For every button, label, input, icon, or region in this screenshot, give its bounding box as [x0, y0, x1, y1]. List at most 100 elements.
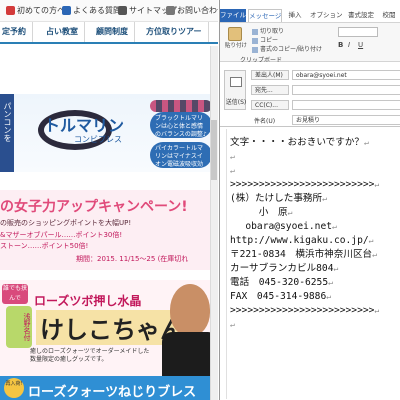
- to-field[interactable]: [292, 85, 400, 95]
- banner-subtitle: コンビブレス: [74, 135, 122, 144]
- brush-icon: [252, 46, 258, 53]
- font-name-dropdown[interactable]: [338, 27, 378, 37]
- body-line: 文字・・・・おおきいですか？↵: [230, 137, 369, 148]
- seal-badge: 浅野名付: [6, 306, 32, 348]
- desktop-screen: 初めての方へ よくある質問 サイトマップ お問い合わせ 定予約 占い教室 顧問制…: [0, 0, 400, 400]
- to-button[interactable]: 宛先...: [251, 85, 289, 95]
- body-line: >>>>>>>>>>>>>>>>>>>>>>>>>↵: [230, 179, 380, 190]
- description-line: 癒しのローズクォーツでオーダーメイドした: [30, 348, 150, 355]
- campaign-line: ストーン……ポイント50倍!: [0, 242, 89, 250]
- body-line: 電話 045-320-6255↵: [230, 277, 333, 288]
- campaign-title: の女子力アップキャンペーン!: [0, 199, 188, 215]
- paste-button-label[interactable]: 貼り付け: [222, 43, 250, 49]
- cc-button[interactable]: CC(C)...: [251, 100, 289, 110]
- from-field[interactable]: obara@syoei.net: [292, 70, 400, 80]
- campaign-line: の販売のショッピングポイントを大幅UP!: [0, 219, 132, 227]
- product-description: 癒しのローズクォーツでオーダーメイドした 数量限定の癒しグッズです。: [30, 348, 149, 364]
- banner-title: ローズクォーツねじりブレス: [28, 385, 197, 400]
- title-strip: [220, 0, 400, 9]
- nav-item-advisor[interactable]: 顧問制度: [96, 22, 135, 42]
- link-contact[interactable]: お問い合わせ: [166, 5, 218, 16]
- tab-options[interactable]: オプション: [310, 9, 343, 22]
- envelope-send-icon: [230, 77, 242, 87]
- body-line: カーサブランカビル804↵: [230, 263, 339, 274]
- italic-button[interactable]: I: [348, 41, 350, 49]
- scrollbar-thumb[interactable]: [211, 120, 217, 180]
- send-label: 送信(S): [225, 99, 247, 106]
- tab-insert[interactable]: 挿入: [286, 9, 304, 22]
- tourmaline-banner[interactable]: パンコンを トルマリン コンビブレス ブラックトルマリンは心と体と感情のバランス…: [0, 94, 218, 172]
- content-spacer: [0, 46, 218, 94]
- nav-item-fortune-class[interactable]: 占い教室: [46, 22, 85, 42]
- main-nav: 定予約 占い教室 顧問制度 方位取りツアー: [0, 22, 218, 44]
- body-line: FAX 045-314-9886↵: [230, 291, 332, 302]
- copy-icon: [252, 37, 258, 44]
- body-line: http://www.kigaku.co.jp/↵: [230, 235, 374, 246]
- from-button[interactable]: 差出人(M): [251, 70, 289, 80]
- tab-message[interactable]: メッセージ: [248, 9, 282, 22]
- campaign-period: 期間：2015. 11/15～25 (在庫切れ: [76, 255, 189, 263]
- campaign-banner[interactable]: の女子力アップキャンペーン! の販売のショッピングポイントを大幅UP! &マザー…: [0, 190, 218, 270]
- cut-button[interactable]: 切り取り: [252, 26, 284, 35]
- side-ribbon-text: パンコンを: [3, 102, 12, 142]
- body-line: ↵: [230, 166, 235, 175]
- promo-tag: 誰でも挟んで: [2, 284, 28, 304]
- tab-format[interactable]: 書式設定: [346, 9, 376, 22]
- message-body[interactable]: 文字・・・・おおきいですか？↵ ↵ ↵ >>>>>>>>>>>>>>>>>>>>…: [220, 126, 400, 400]
- body-line: (株）たけした事務所↵: [230, 193, 327, 204]
- body-line: >>>>>>>>>>>>>>>>>>>>>>>>>↵: [230, 305, 380, 316]
- subject-label: 件名(U): [254, 118, 276, 125]
- margin-guide: [226, 129, 227, 399]
- link-label: よくある質問: [73, 6, 121, 15]
- link-beginners[interactable]: 初めての方へ: [6, 5, 65, 16]
- cut-label: 切り取り: [260, 28, 285, 35]
- envelope-icon: [166, 6, 175, 15]
- divider: [0, 239, 72, 240]
- bracelet-banner[interactable]: 再入荷! ローズクォーツねじりブレス: [0, 376, 218, 400]
- description-line: 数量限定の癒しグッズです。: [30, 356, 108, 363]
- info-bubble-1: ブラックトルマリンは心と体と感情のバランスの調整♪: [150, 112, 212, 138]
- copy-label: コピー: [260, 37, 279, 44]
- format-painter-label: 書式のコピー/貼り付け: [260, 46, 323, 53]
- person-photo: [170, 284, 210, 336]
- paste-icon[interactable]: [228, 27, 242, 41]
- body-line: obara@syoei.net↵: [230, 221, 337, 232]
- subject-field[interactable]: お見積り: [292, 115, 400, 125]
- link-label: 初めての方へ: [17, 6, 65, 15]
- nav-item-reservation[interactable]: 定予約: [2, 22, 33, 42]
- link-faq[interactable]: よくある質問: [62, 5, 121, 16]
- link-label: お問い合わせ: [177, 6, 218, 15]
- bracelet-image-2: [150, 100, 212, 112]
- scissors-icon: [252, 28, 258, 35]
- message-header: 送信(S) 差出人(M) obara@syoei.net 宛先... CC(C)…: [220, 62, 400, 126]
- body-line: ↵: [230, 152, 235, 161]
- copy-button[interactable]: コピー: [252, 35, 278, 44]
- cc-field[interactable]: [292, 100, 400, 110]
- website-pane: 初めての方へ よくある質問 サイトマップ お問い合わせ 定予約 占い教室 顧問制…: [0, 0, 218, 400]
- banner-title: トルマリン: [44, 116, 125, 135]
- sitemap-icon: [118, 6, 127, 15]
- ribbon-toolbar: 貼り付け 切り取り コピー 書式のコピー/貼り付け クリップボード B I U: [220, 22, 400, 64]
- restock-badge: 再入荷!: [4, 378, 24, 398]
- tab-review[interactable]: 校閲: [380, 9, 398, 22]
- utility-links-bar: 初めての方へ よくある質問 サイトマップ お問い合わせ: [0, 0, 218, 22]
- q-icon: [62, 6, 71, 15]
- body-line: 小 原↵: [230, 207, 293, 218]
- format-painter-button[interactable]: 書式のコピー/貼り付け: [252, 44, 322, 53]
- nav-item-direction-tour[interactable]: 方位取りツアー: [146, 22, 209, 42]
- bold-button[interactable]: B: [338, 41, 343, 49]
- ribbon-tabs: ファイル メッセージ 挿入 オプション 書式設定 校閲: [220, 9, 400, 22]
- tab-file[interactable]: ファイル: [220, 9, 246, 22]
- info-bubble-2: パイカラートルマリンはマイナスイオン電磁波吸収効果♪: [150, 142, 212, 168]
- content-spacer: [0, 172, 218, 190]
- body-line: ↵: [230, 320, 235, 329]
- mail-compose-window: ファイル メッセージ 挿入 オプション 書式設定 校閲 貼り付け 切り取り コピ…: [219, 0, 400, 400]
- page-scrollbar[interactable]: [210, 46, 218, 400]
- underline-button[interactable]: U: [358, 41, 363, 49]
- body-line: 〒221-0834 横浜市神奈川区台↵: [230, 249, 377, 260]
- send-button[interactable]: 送信(S): [224, 70, 246, 110]
- rose-quartz-banner[interactable]: 誰でも挟んで ローズツボ押し水晶 浅野名付 けしこちゃん 癒しのローズクォーツで…: [0, 280, 218, 376]
- product-title: ローズツボ押し水晶: [34, 294, 142, 308]
- side-ribbon: パンコンを: [0, 94, 14, 172]
- question-circle-icon: [6, 6, 15, 15]
